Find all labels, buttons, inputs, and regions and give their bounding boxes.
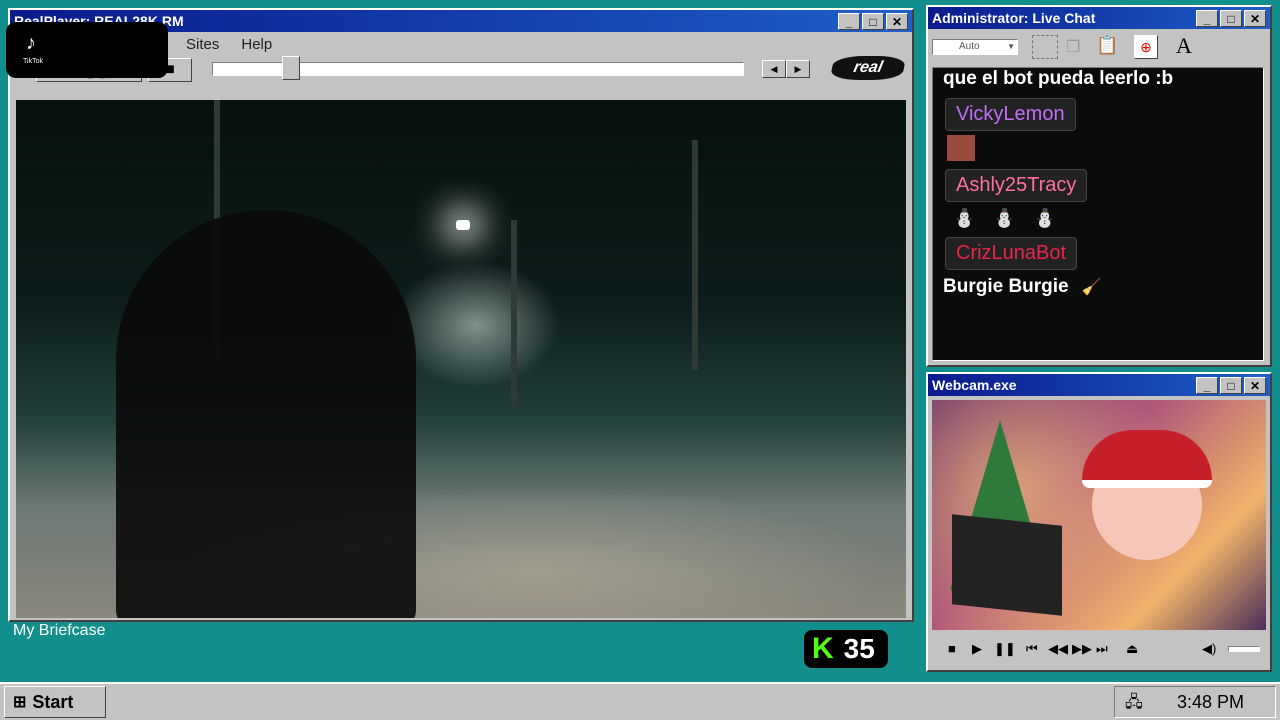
network-icon[interactable]: 🖧 [1125, 691, 1143, 718]
chat-titlebar[interactable]: Administrator: Live Chat _ □ ✕ [928, 7, 1270, 29]
clock[interactable]: 3:48 PM [1177, 692, 1244, 713]
realplayer-window: RealPlayer: REAL28K.RM _ □ ✕ Sites Help … [8, 8, 914, 622]
start-button[interactable]: ⊞ Start [4, 686, 106, 718]
live-chat-window: Administrator: Live Chat _ □ ✕ Auto ▼ ❐ … [926, 5, 1272, 367]
webcam-titlebar[interactable]: Webcam.exe _ □ ✕ [928, 374, 1270, 396]
font-select-value: Auto [959, 41, 980, 52]
my-briefcase-label[interactable]: My Briefcase [13, 622, 105, 640]
eject-icon[interactable]: ⏏ [1126, 641, 1138, 657]
street-lamp [456, 220, 470, 230]
chat-toolbar: Auto ▼ ❐ 📋 ⊕ A [928, 29, 1270, 63]
chat-username: VickyLemon [945, 98, 1076, 131]
street-pole [511, 220, 517, 410]
close-button[interactable]: ✕ [1244, 376, 1266, 394]
chevron-down-icon: ▼ [1007, 42, 1015, 51]
minimize-button[interactable]: _ [1196, 376, 1218, 394]
real-logo: real [829, 56, 907, 80]
paste-icon[interactable]: 📋 [1096, 35, 1118, 56]
slider-thumb[interactable] [282, 56, 300, 80]
webcam-feed [932, 400, 1266, 630]
next-clip-button[interactable]: ▶ [786, 60, 810, 78]
skip-forward-icon[interactable]: ⏭ [1096, 641, 1108, 657]
minimize-button[interactable]: _ [1196, 9, 1218, 27]
close-button[interactable]: ✕ [886, 12, 908, 30]
monitor [952, 514, 1062, 616]
webcam-window: Webcam.exe _ □ ✕ ■ ▶ ❚❚ ⏮ ◀◀ ▶▶ ⏭ ⏏ ◀) [926, 372, 1272, 672]
system-tray: 🖧 3:48 PM [1114, 686, 1276, 718]
select-icon[interactable] [1032, 35, 1058, 59]
volume-icon[interactable]: ◀) [1202, 641, 1216, 657]
taskbar: ⊞ Start 🖧 3:48 PM [0, 682, 1280, 720]
kick-viewer-badge: K 35 [804, 630, 888, 668]
fast-forward-icon[interactable]: ▶▶ [1072, 641, 1092, 657]
pause-icon[interactable]: ❚❚ [994, 641, 1016, 657]
maximize-button[interactable]: □ [862, 12, 884, 30]
text-format-icon[interactable]: A [1176, 33, 1192, 59]
rewind-icon[interactable]: ◀◀ [1048, 641, 1068, 657]
chat-message-body: Burgie Burgie [943, 276, 1069, 297]
start-label: Start [32, 691, 74, 712]
chat-messages: que el bot pueda leerlo :b VickyLemon As… [932, 67, 1264, 361]
cursor-icon[interactable]: ⊕ [1134, 35, 1158, 59]
close-button[interactable]: ✕ [1244, 9, 1266, 27]
chat-message-text: que el bot pueda leerlo :b [943, 68, 1174, 89]
play-icon[interactable]: ▶ [972, 641, 982, 657]
menu-sites[interactable]: Sites [186, 36, 219, 53]
tiktok-label: TikTok [23, 58, 43, 65]
kick-icon: K [812, 632, 834, 665]
viewer-count: 35 [843, 633, 875, 664]
emote-image [947, 135, 975, 161]
chat-message-text: Burgie Burgie 🧹 [943, 276, 1263, 298]
skip-back-icon[interactable]: ⏮ [1026, 641, 1038, 657]
font-select[interactable]: Auto ▼ [932, 39, 1018, 55]
santa-hat [1082, 430, 1212, 488]
tiktok-icon: ♪ [26, 32, 36, 54]
minimize-button[interactable]: _ [838, 12, 860, 30]
hooded-figure [116, 210, 416, 618]
webcam-title: Webcam.exe [932, 377, 1017, 393]
maximize-button[interactable]: □ [1220, 376, 1242, 394]
webcam-controls: ■ ▶ ❚❚ ⏮ ◀◀ ▶▶ ⏭ ⏏ ◀) [932, 636, 1266, 664]
video-area[interactable] [16, 100, 906, 618]
chat-username: CrizLunaBot [945, 237, 1078, 270]
windows-logo-icon: ⊞ [13, 694, 27, 711]
street-pole [692, 140, 698, 370]
copy-icon[interactable]: ❐ [1066, 37, 1080, 57]
emote-row: ⛄⛄⛄ [953, 208, 1075, 228]
prev-clip-button[interactable]: ◀ [762, 60, 786, 78]
chat-username: Ashly25Tracy [945, 169, 1088, 202]
tiktok-badge: ♪ TikTok [6, 22, 168, 78]
emote-icon: 🧹 [1081, 279, 1102, 296]
maximize-button[interactable]: □ [1220, 9, 1242, 27]
chat-title: Administrator: Live Chat [932, 10, 1096, 26]
menu-help[interactable]: Help [241, 36, 272, 53]
volume-slider[interactable] [1228, 646, 1260, 652]
stop-icon[interactable]: ■ [948, 641, 956, 656]
